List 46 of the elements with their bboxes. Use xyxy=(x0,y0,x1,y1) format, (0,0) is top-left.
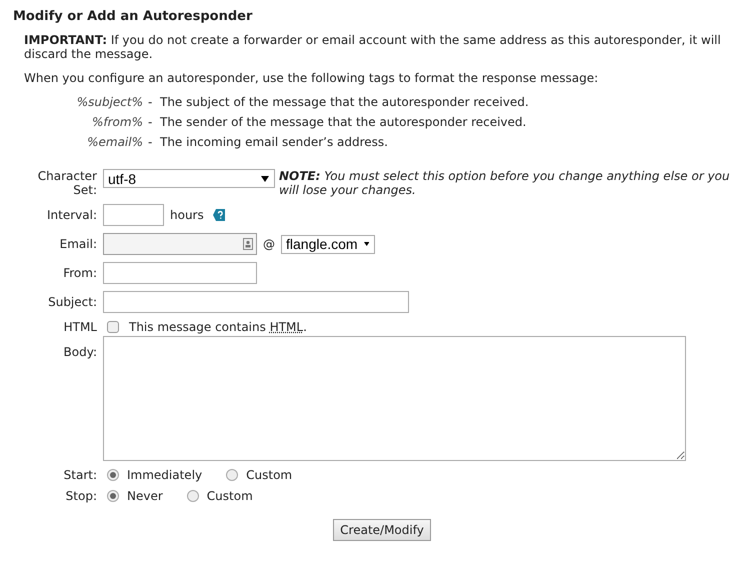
subject-field[interactable] xyxy=(103,291,409,313)
hours-unit: hours xyxy=(170,208,204,222)
field-label: From: xyxy=(62,266,97,280)
field-label: Interval: xyxy=(46,208,97,222)
create-modify-button[interactable]: Create/Modify xyxy=(333,519,431,541)
tag-name: %email% xyxy=(86,135,144,149)
intro-text: When you configure an autoresponder, use the following tags to format the response message: xyxy=(24,71,600,85)
tag-dash: - xyxy=(148,115,154,129)
tag-description: The subject of the message that the autoresponder received. xyxy=(160,95,530,109)
caret-icon xyxy=(261,176,269,182)
body-field[interactable] xyxy=(103,336,686,461)
radio-label: Never xyxy=(127,489,163,503)
contact-card-icon xyxy=(243,238,253,250)
tag-dash: - xyxy=(148,95,154,109)
domain-select[interactable]: flangle.com xyxy=(281,234,375,254)
field-label: Subject: xyxy=(47,295,97,309)
field-label: Body: xyxy=(62,344,97,359)
email-field[interactable] xyxy=(103,233,257,255)
html-checkbox[interactable] xyxy=(107,321,119,333)
charset-select[interactable]: utf-8 xyxy=(103,169,275,188)
field-label: Email: xyxy=(58,237,97,251)
field-label: HTML xyxy=(62,320,97,334)
at-sign: @ xyxy=(263,237,275,251)
field-label: Start: xyxy=(62,468,97,482)
radio-label: Immediately xyxy=(127,468,202,482)
charset-note: NOTE: You must select this option before you change anything else or you will lose your changes. xyxy=(279,169,731,197)
radio-button[interactable] xyxy=(186,490,199,502)
checkbox-label: This message contains HTML. xyxy=(129,320,307,334)
tag-dash: - xyxy=(148,135,154,149)
radio-button[interactable] xyxy=(107,469,119,481)
tag-description: The sender of the message that the autoresponder received. xyxy=(160,115,528,129)
field-label: Stop: xyxy=(64,489,97,503)
caret-icon xyxy=(364,241,369,247)
interval-field[interactable] xyxy=(103,204,164,226)
radio-label: Custom xyxy=(206,489,253,503)
radio-button[interactable] xyxy=(107,490,119,502)
tag-name: %from% xyxy=(91,115,144,129)
radio-button[interactable] xyxy=(226,469,238,481)
tag-description: The incoming email sender’s address. xyxy=(160,135,389,149)
help-icon[interactable] xyxy=(212,209,225,221)
tag-name: %subject% xyxy=(76,95,144,109)
field-label: Character Set: xyxy=(36,169,97,197)
radio-label: Custom xyxy=(246,468,292,482)
important-notice: IMPORTANT: If you do not create a forwarder or email account with the same address as this autoresponder, it will discard the message. xyxy=(24,33,722,61)
page-title: Modify or Add an Autoresponder xyxy=(13,9,254,24)
from-field[interactable] xyxy=(103,262,257,284)
